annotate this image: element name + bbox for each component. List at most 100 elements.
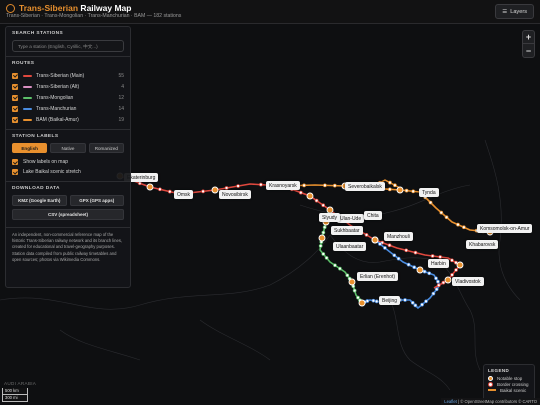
route-item[interactable]: BAM (Baikal-Amur) 19 (12, 114, 124, 125)
zoom-out-button[interactable]: − (523, 44, 534, 57)
station-dot[interactable] (431, 291, 436, 296)
station-dot[interactable] (413, 303, 418, 308)
station-dot[interactable] (412, 265, 417, 270)
station-dot[interactable] (413, 250, 418, 255)
station-label[interactable]: Harbin (428, 259, 449, 268)
station-dot[interactable] (323, 183, 327, 188)
station-dot[interactable] (392, 253, 397, 258)
station-dot[interactable] (158, 187, 162, 192)
station-dot[interactable] (439, 210, 444, 215)
station-dot[interactable] (324, 256, 329, 260)
notable-stop-marker[interactable] (358, 299, 366, 307)
notable-stop-marker[interactable] (456, 261, 464, 269)
station-dot[interactable] (420, 302, 424, 307)
zoom-in-button[interactable]: + (523, 31, 534, 44)
notable-stop-marker[interactable] (396, 186, 404, 194)
station-dot[interactable] (322, 225, 327, 230)
station-dot[interactable] (383, 246, 387, 250)
station-dot[interactable] (444, 215, 449, 220)
route-item[interactable]: Trans-Siberian (Alt) 4 (12, 81, 124, 92)
route-item[interactable]: Trans-Siberian (Main) 55 (12, 70, 124, 81)
search-input[interactable]: Type a station (English, Cyrillic, 中文...… (12, 40, 124, 52)
station-dot[interactable] (428, 200, 433, 205)
station-dot[interactable] (167, 189, 172, 194)
route-checkbox[interactable] (12, 105, 18, 112)
station-dot[interactable] (201, 189, 205, 194)
station-dot[interactable] (434, 287, 439, 292)
station-dot[interactable] (388, 180, 392, 185)
route-item[interactable]: Trans-Manchurian 14 (12, 103, 124, 114)
station-dot[interactable] (441, 280, 446, 285)
download-kmz-button[interactable]: KMZ (Google Earth) (12, 195, 67, 206)
station-dot[interactable] (298, 190, 303, 195)
station-dot[interactable] (454, 268, 458, 272)
station-dot[interactable] (378, 242, 382, 246)
station-dot[interactable] (411, 189, 416, 194)
station-label[interactable]: Omsk (174, 190, 194, 199)
station-label[interactable]: Krasnoyarsk (266, 181, 300, 190)
station-dot[interactable] (450, 273, 454, 277)
station-label[interactable]: Erlian (Erenhot) (357, 272, 399, 281)
download-csv-button[interactable]: CSV (spreadsheet) (12, 209, 124, 220)
station-dot[interactable] (338, 266, 342, 271)
route-checkbox[interactable] (12, 72, 18, 79)
station-dot[interactable] (403, 298, 407, 302)
station-dot[interactable] (387, 243, 392, 248)
station-dot[interactable] (434, 276, 438, 281)
station-label[interactable]: Sukhbaatar (331, 226, 363, 235)
station-dot[interactable] (352, 288, 357, 293)
station-label[interactable]: Beijing (379, 296, 401, 305)
station-label[interactable]: Tynda (419, 188, 439, 197)
notable-stop-marker[interactable] (444, 276, 452, 284)
label-option-english[interactable]: English (12, 143, 48, 153)
label-option-native[interactable]: Native (50, 143, 86, 153)
station-label[interactable]: Ulan-Ude (337, 214, 365, 223)
station-dot[interactable] (374, 299, 379, 304)
station-dot[interactable] (321, 252, 326, 256)
station-dot[interactable] (393, 183, 397, 188)
station-label[interactable]: Manzhouli (384, 232, 413, 241)
station-dot[interactable] (462, 225, 466, 230)
station-dot[interactable] (259, 182, 263, 187)
station-dot[interactable] (318, 244, 323, 248)
station-dot[interactable] (436, 283, 441, 288)
station-dot[interactable] (422, 269, 427, 274)
station-dot[interactable] (410, 300, 415, 305)
station-dot[interactable] (387, 187, 392, 192)
route-item[interactable]: Trans-Mongolian 12 (12, 92, 124, 103)
route-checkbox[interactable] (12, 94, 18, 101)
route-checkbox[interactable] (12, 116, 18, 123)
station-dot[interactable] (332, 183, 337, 188)
station-dot[interactable] (404, 248, 409, 253)
station-dot[interactable] (302, 183, 306, 188)
station-label[interactable]: Vladivostok (452, 277, 484, 286)
notable-stop-marker[interactable] (371, 236, 379, 244)
download-gpx-button[interactable]: GPX (GPS apps) (69, 195, 124, 206)
station-dot[interactable] (456, 222, 460, 227)
station-dot[interactable] (396, 256, 401, 261)
notable-stop-marker[interactable] (211, 186, 219, 194)
station-dot[interactable] (427, 271, 432, 276)
station-dot[interactable] (450, 258, 454, 263)
show-labels-checkbox[interactable] (12, 159, 18, 165)
station-dot[interactable] (321, 230, 326, 235)
station-dot[interactable] (406, 262, 411, 267)
station-dot[interactable] (430, 254, 435, 258)
station-dot[interactable] (137, 181, 142, 186)
label-option-romanized[interactable]: Romanized (88, 143, 124, 153)
baikal-checkbox[interactable] (12, 169, 18, 175)
notable-stop-marker[interactable] (306, 192, 314, 200)
station-dot[interactable] (333, 263, 337, 268)
station-label[interactable]: Slyudy (319, 213, 341, 222)
station-dot[interactable] (371, 298, 376, 303)
baikal-option[interactable]: Lake Baikal scenic stretch (12, 167, 124, 177)
station-label[interactable]: Komsomolsk-on-Amur (477, 224, 533, 233)
station-label[interactable]: Ulaanbaatar (333, 242, 367, 251)
station-label[interactable]: Chita (364, 211, 382, 220)
station-dot[interactable] (364, 233, 369, 237)
station-dot[interactable] (424, 299, 428, 304)
notable-stop-marker[interactable] (416, 266, 424, 274)
layers-button[interactable]: ☰ Layers (495, 4, 534, 19)
station-dot[interactable] (345, 273, 350, 278)
station-dot[interactable] (436, 279, 440, 284)
